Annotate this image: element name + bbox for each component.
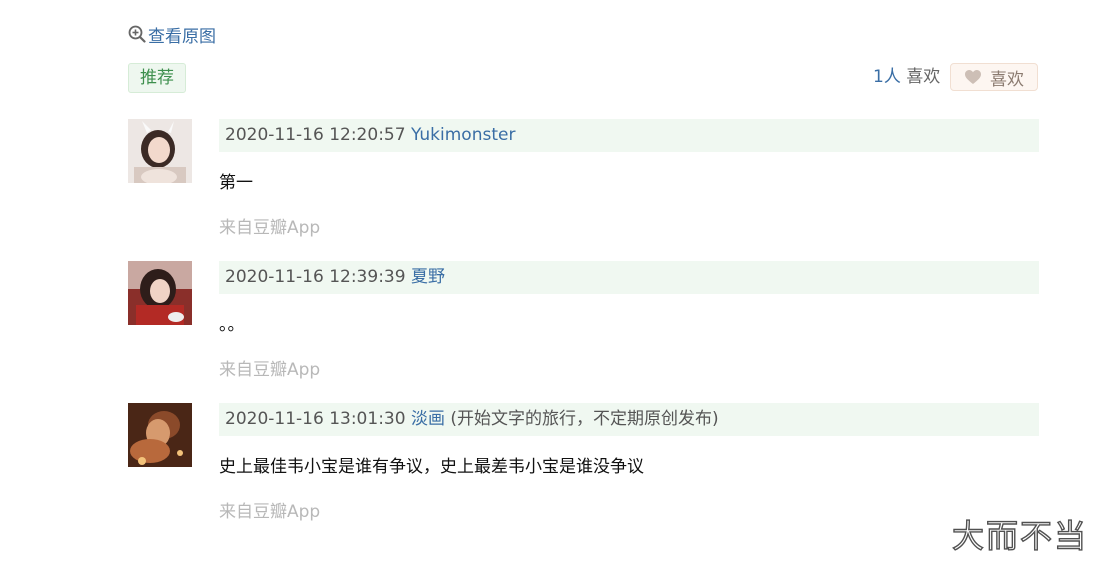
recommend-button[interactable]: 推荐 [128,63,186,93]
comment-source: 来自豆瓣App [219,360,321,380]
avatar[interactable] [128,119,192,183]
comment-author-signature: (开始文字的旅行，不定期原创发布) [450,409,719,429]
comment-meta: 2020-11-16 12:39:39 夏野 [219,261,1039,294]
comment-author-link[interactable]: 夏野 [411,267,445,287]
like-button[interactable]: 喜欢 [950,63,1038,91]
watermark: 大而不当 [951,516,1089,555]
comment-content: 第一 [219,173,253,193]
view-original-link[interactable]: 查看原图 [128,22,216,47]
comment-source: 来自豆瓣App [219,502,321,522]
like-button-label: 喜欢 [990,69,1024,90]
like-count-link[interactable]: 1人 [873,67,901,87]
comment-timestamp: 2020-11-16 13:01:30 [225,409,406,429]
comment-timestamp: 2020-11-16 12:39:39 [225,267,406,287]
comment-meta: 2020-11-16 12:20:57 Yukimonster [219,119,1039,152]
comment-author-link[interactable]: 淡画 [411,409,445,429]
like-count: 1人 喜欢 [873,64,940,90]
view-original-label: 查看原图 [148,26,216,47]
zoom-in-icon [128,25,146,43]
comment-author-link[interactable]: Yukimonster [411,125,515,145]
comment-content: 史上最佳韦小宝是谁有争议，史上最差韦小宝是谁没争议 [219,457,644,477]
comment-meta: 2020-11-16 13:01:30 淡画 (开始文字的旅行，不定期原创发布) [219,403,1039,436]
comment-source: 来自豆瓣App [219,218,321,238]
like-count-label: 喜欢 [900,67,941,87]
comment-timestamp: 2020-11-16 12:20:57 [225,125,406,145]
heart-icon [964,69,982,85]
avatar[interactable] [128,261,192,325]
avatar[interactable] [128,403,192,467]
comment-content: 。。 [219,315,245,335]
